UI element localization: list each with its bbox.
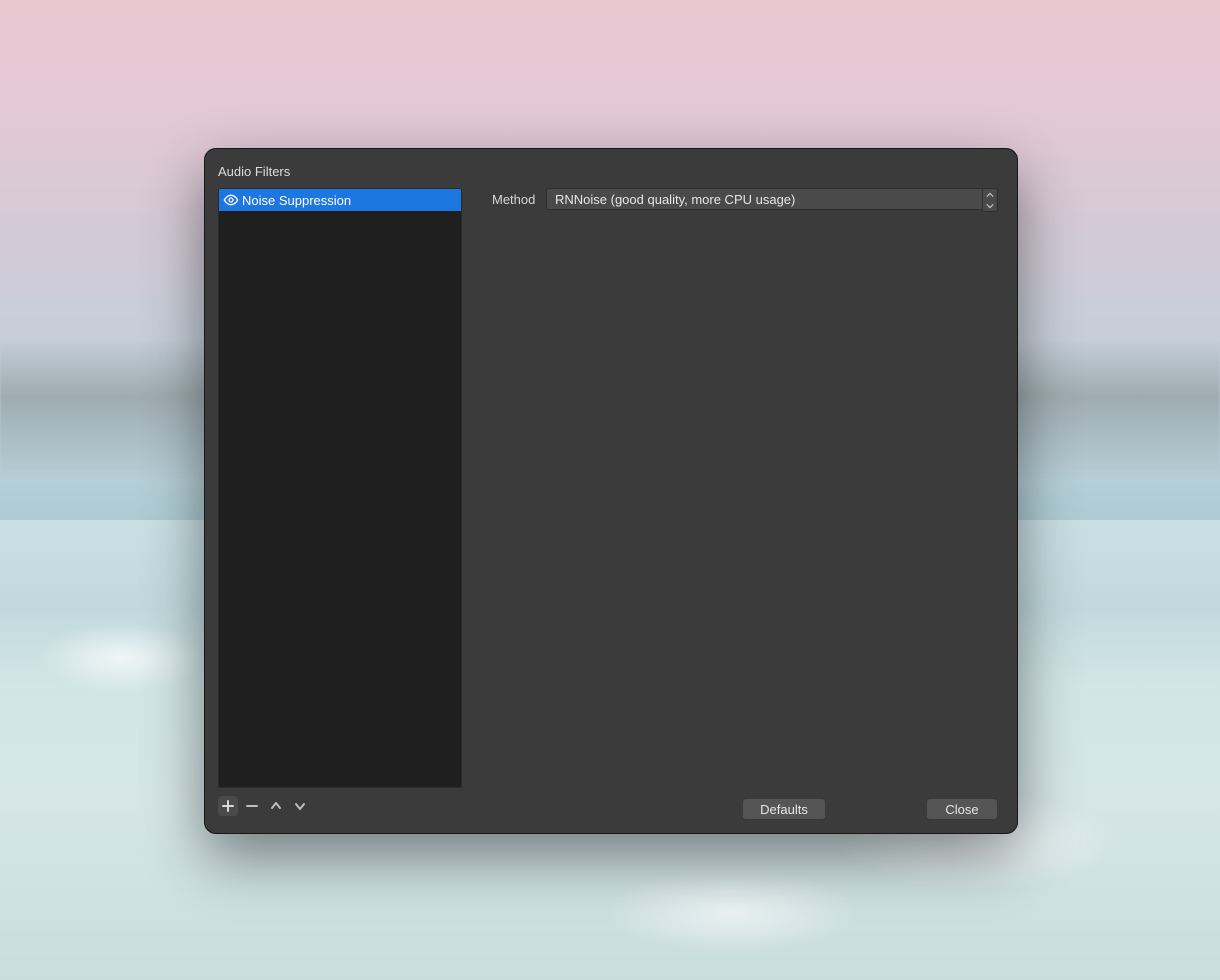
defaults-button[interactable]: Defaults — [742, 798, 826, 820]
method-select-value: RNNoise (good quality, more CPU usage) — [555, 192, 795, 207]
dialog-title: Audio Filters — [218, 164, 290, 179]
filter-row[interactable]: Noise Suppression — [219, 189, 461, 211]
method-label: Method — [492, 192, 535, 207]
close-button-label: Close — [945, 802, 978, 817]
filters-list[interactable]: Noise Suppression — [218, 188, 462, 788]
defaults-button-label: Defaults — [760, 802, 808, 817]
audio-filters-dialog: Audio Filters Noise Suppression Method R… — [204, 148, 1018, 834]
move-filter-up-button[interactable] — [266, 796, 286, 816]
remove-filter-button[interactable] — [242, 796, 262, 816]
close-button[interactable]: Close — [926, 798, 998, 820]
filter-row-label: Noise Suppression — [242, 193, 351, 208]
eye-icon[interactable] — [223, 192, 239, 208]
filters-list-controls — [218, 796, 310, 816]
stepper-up-icon[interactable] — [983, 189, 997, 200]
stepper-down-icon[interactable] — [983, 200, 997, 211]
add-filter-button[interactable] — [218, 796, 238, 816]
method-select[interactable]: RNNoise (good quality, more CPU usage) — [546, 188, 998, 210]
select-stepper[interactable] — [982, 188, 998, 212]
move-filter-down-button[interactable] — [290, 796, 310, 816]
